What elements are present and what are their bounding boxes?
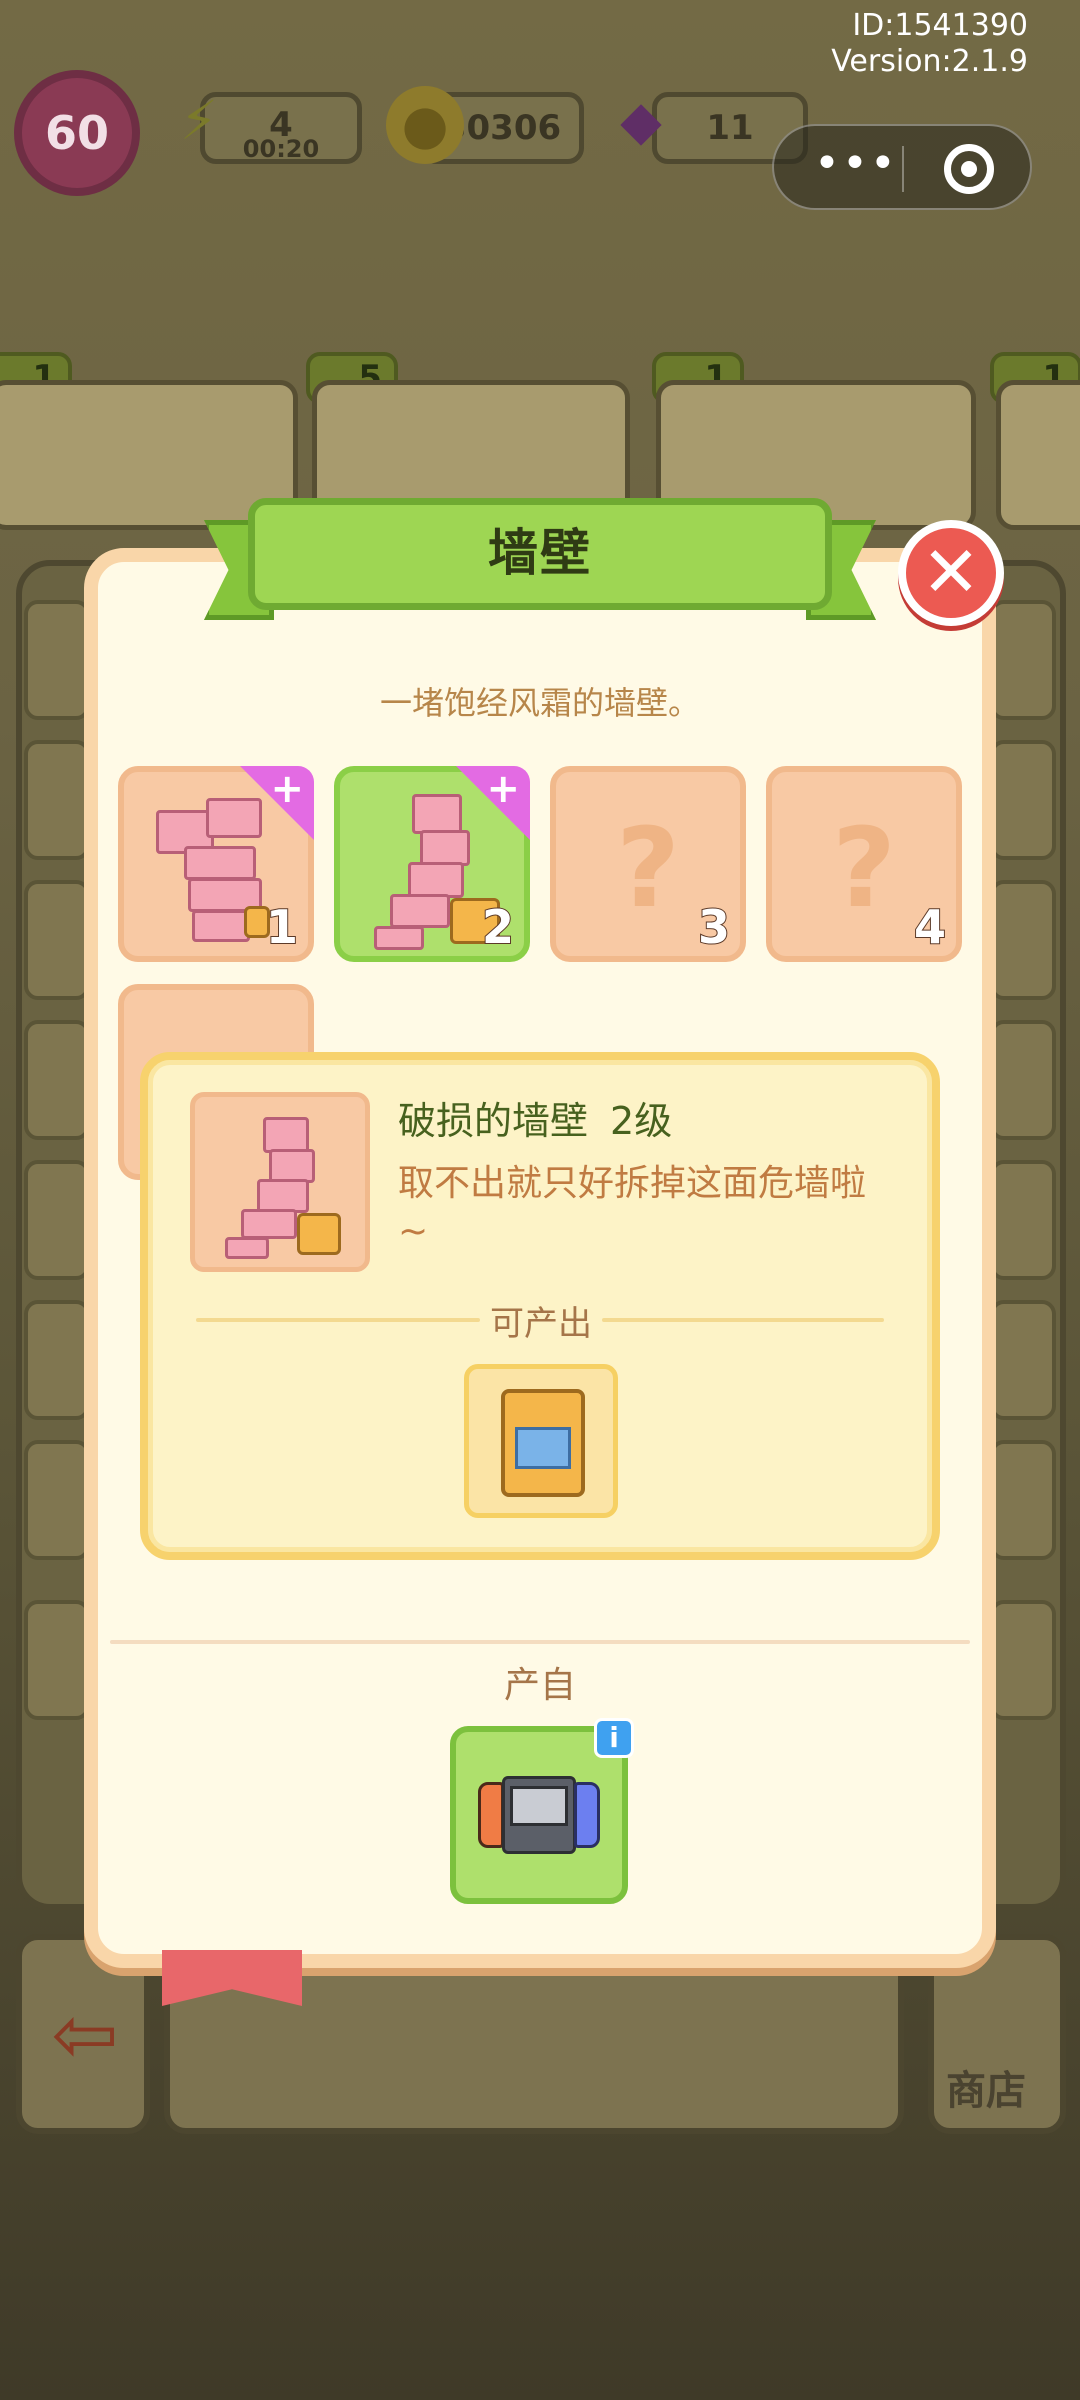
- more-options-icon[interactable]: •••: [814, 138, 898, 189]
- shop-label: 商店: [946, 2068, 1026, 2114]
- divider-right: [602, 1318, 884, 1322]
- info-icon[interactable]: i: [594, 1718, 634, 1758]
- board-cell[interactable]: [990, 1440, 1056, 1560]
- board-cell[interactable]: [990, 1020, 1056, 1140]
- build-info: ID:1541390 Version:2.1.9: [831, 8, 1028, 80]
- modal-title: 墙壁: [488, 524, 592, 582]
- level-slot-4[interactable]: ? 4: [766, 766, 962, 962]
- board-cell[interactable]: [990, 880, 1056, 1000]
- exit-arrow-icon: ⇦: [51, 1988, 119, 2081]
- order-card-4[interactable]: [996, 380, 1080, 530]
- gem-value: 11: [706, 108, 754, 148]
- board-cell[interactable]: [24, 880, 90, 1000]
- board-cell[interactable]: [24, 1160, 90, 1280]
- close-icon: ✕: [921, 531, 981, 613]
- close-button[interactable]: ✕: [898, 520, 1004, 626]
- detail-thumbnail: [190, 1092, 370, 1272]
- slot-number: 2: [481, 899, 515, 955]
- game-console-icon: [478, 1768, 600, 1864]
- gem-icon: ◆: [620, 89, 662, 152]
- level-slot-1[interactable]: + 1: [118, 766, 314, 962]
- player-level-badge[interactable]: 60: [14, 70, 140, 196]
- coin-icon: ●: [386, 86, 464, 164]
- detail-item-text: 取不出就只好拆掉这面危墙啦 ~: [398, 1163, 867, 1252]
- detail-item-name: 破损的墙壁 2级: [398, 1090, 672, 1145]
- board-cell[interactable]: [24, 1020, 90, 1140]
- board-cell[interactable]: [990, 1600, 1056, 1720]
- board-cell[interactable]: [24, 1600, 90, 1720]
- title-banner: 墙壁: [248, 498, 832, 610]
- version: Version:2.1.9: [831, 44, 1028, 79]
- slot-number: 3: [697, 899, 731, 955]
- wall-level-2-icon: [211, 1107, 351, 1267]
- level-slot-2[interactable]: + 2: [334, 766, 530, 962]
- board-cell[interactable]: [990, 600, 1056, 720]
- board-cell[interactable]: [990, 1160, 1056, 1280]
- user-id: ID:1541390: [852, 8, 1028, 43]
- board-cell[interactable]: [24, 600, 90, 720]
- item-level: 2级: [610, 1099, 673, 1143]
- lightning-icon: ⚡: [180, 89, 218, 152]
- capsule-divider: [902, 146, 904, 192]
- level-slot-3[interactable]: ? 3: [550, 766, 746, 962]
- close-miniprogram-icon[interactable]: [944, 144, 994, 194]
- item-description: 一堵饱经风霜的墙壁。: [379, 684, 700, 722]
- miniprogram-capsule: •••: [772, 124, 1032, 210]
- produced-divider: [110, 1640, 970, 1644]
- board-cell[interactable]: [24, 1440, 90, 1560]
- output-label: 可产出: [490, 1304, 592, 1344]
- board-cell[interactable]: [24, 740, 90, 860]
- divider-left: [196, 1318, 480, 1322]
- slot-number: 1: [265, 899, 299, 955]
- item-name: 破损的墙壁: [398, 1099, 589, 1143]
- cat-cartridge-icon: [501, 1389, 585, 1497]
- board-cell[interactable]: [990, 1300, 1056, 1420]
- produced-from-label: 产自: [503, 1665, 576, 1706]
- board-cell[interactable]: [990, 740, 1056, 860]
- slot-number: 4: [913, 899, 947, 955]
- board-cell[interactable]: [24, 1300, 90, 1420]
- player-level: 60: [44, 106, 109, 160]
- output-item-slot[interactable]: [464, 1364, 618, 1518]
